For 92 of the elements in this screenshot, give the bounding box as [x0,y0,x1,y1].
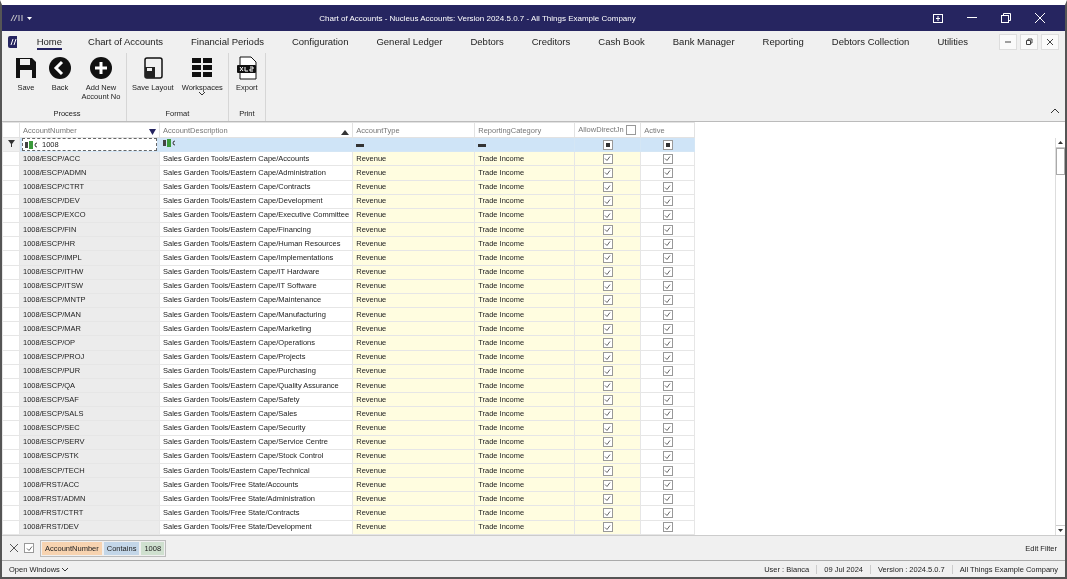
filter-icon [7,140,15,148]
checkbox[interactable] [662,366,673,377]
checkbox[interactable] [662,139,673,150]
checkbox[interactable] [602,380,613,391]
menu-tab[interactable]: Financial Periods [191,34,264,50]
checkbox[interactable] [602,153,613,164]
checkbox[interactable] [662,338,673,348]
checkbox[interactable] [662,465,673,476]
checkbox[interactable] [602,139,613,150]
text-filter-icon [163,138,177,147]
checkbox[interactable] [602,281,613,292]
checkbox[interactable] [662,281,673,292]
checkbox[interactable] [662,238,673,249]
checkbox[interactable] [662,309,673,320]
checkbox[interactable] [602,493,613,504]
app-logo-icon [8,36,17,48]
menu-tab[interactable]: Utilities [937,34,968,50]
checkbox[interactable] [602,196,613,207]
sort-ascending-icon[interactable] [341,129,350,135]
checkbox[interactable] [662,423,673,434]
checkbox[interactable] [602,238,613,249]
checkbox[interactable] [602,437,613,448]
close-icon[interactable] [10,544,18,552]
scrollbar[interactable] [1055,138,1065,535]
menu-tab[interactable]: Debtors Collection [831,34,910,50]
checkbox[interactable] [662,295,673,306]
scrollbar-thumb[interactable] [1056,148,1065,175]
checkbox[interactable] [662,210,673,221]
checkbox[interactable] [662,394,673,405]
checkbox[interactable] [662,224,673,235]
menu-tab[interactable]: General Ledger [376,34,443,50]
checkbox[interactable] [602,423,613,434]
menu-tab[interactable]: Configuration [291,34,349,50]
checkbox[interactable] [602,465,613,476]
checkbox[interactable] [602,309,613,320]
scroll-down-icon[interactable] [1056,526,1065,535]
checkbox[interactable] [602,224,613,235]
checkbox[interactable] [602,182,613,193]
save-icon [13,55,39,81]
app-menu-icon[interactable] [10,13,34,23]
checkbox[interactable] [662,479,673,490]
checkbox[interactable] [602,267,613,278]
dash-icon [356,143,365,147]
checkbox[interactable] [602,479,613,490]
checkbox[interactable] [662,323,673,334]
menu-tab[interactable]: Chart of Accounts [88,34,164,50]
checkbox[interactable] [602,366,613,377]
checkbox[interactable] [662,493,673,504]
checkbox[interactable] [662,352,673,363]
checkbox[interactable] [662,267,673,278]
checkbox[interactable] [662,451,673,462]
dash-icon [478,143,487,147]
filter-icon[interactable] [149,128,156,135]
checkbox[interactable] [602,394,613,405]
checkbox[interactable] [662,522,673,533]
window-title: Chart of Accounts - Nucleus Accounts: Version 2024.5.0.7 - All Things Example Company [318,13,637,23]
back-icon [47,55,73,81]
menu-tab[interactable]: Creditors [531,34,571,50]
indeterminate-icon [605,142,610,147]
checkbox[interactable] [662,182,673,193]
checkbox[interactable] [24,543,34,553]
collapse-icon[interactable] [1051,108,1059,113]
checkbox[interactable] [602,295,613,306]
checkbox[interactable] [662,153,673,164]
add-icon [88,55,114,81]
checkbox[interactable] [625,125,636,135]
text-filter-icon [25,140,39,149]
checkbox[interactable] [602,323,613,334]
chevron-down-icon [61,567,68,572]
checkbox[interactable] [662,408,673,419]
menu-tab[interactable]: Debtors [470,34,504,50]
checkbox[interactable] [602,210,613,221]
checkbox[interactable] [602,338,613,348]
menu-tab[interactable]: Home [36,34,63,50]
checkbox[interactable] [662,196,673,207]
checkbox[interactable] [602,522,613,533]
checkbox[interactable] [662,437,673,448]
checkbox[interactable] [602,352,613,363]
indeterminate-icon [665,142,670,147]
restore-icon[interactable] [1020,34,1038,50]
checkbox[interactable] [662,252,673,263]
checkbox[interactable] [602,408,613,419]
checkbox[interactable] [602,252,613,263]
menu-tab[interactable]: Reporting [762,34,804,50]
menu-tab[interactable]: Bank Manager [672,34,735,50]
checkbox[interactable] [602,167,613,178]
checkbox[interactable] [662,508,673,519]
checkbox[interactable] [602,451,613,462]
checkbox[interactable] [662,380,673,391]
checkbox[interactable] [662,167,673,178]
checkbox[interactable] [602,508,613,519]
menu-tab[interactable]: Cash Book [598,34,645,50]
